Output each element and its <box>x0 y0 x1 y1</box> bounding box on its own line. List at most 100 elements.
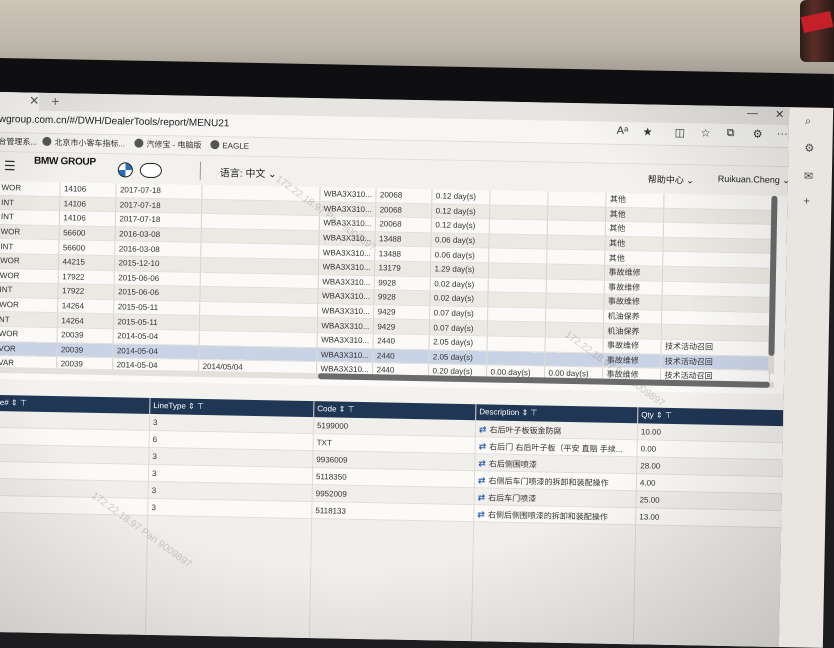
column-header-line-no[interactable]: ne# ⇕ ⊤ <box>0 398 27 408</box>
swap-icon[interactable]: ⇄ <box>478 492 486 502</box>
close-tab-icon[interactable]: ✕ <box>29 94 39 108</box>
table-cell: WBA3X310... <box>319 201 376 217</box>
table-cell <box>487 277 546 294</box>
table-cell <box>545 278 604 295</box>
table-cell: WBA3X310... <box>317 259 375 276</box>
add-icon[interactable]: + <box>803 195 810 207</box>
table-cell: WBA3X310... <box>318 245 375 261</box>
table-cell: WBA3X310... <box>316 332 373 349</box>
table-cell <box>544 351 603 368</box>
collections-icon[interactable]: ⧉ <box>727 127 735 140</box>
cell-line-type: 6 <box>152 435 158 445</box>
rolls-royce-logo-icon <box>166 163 192 176</box>
table-cell: 其他 <box>604 235 663 252</box>
table-cell <box>487 292 546 308</box>
table-cell: WBA3X310... <box>319 187 376 203</box>
split-screen-icon[interactable]: ◫ <box>675 126 686 139</box>
table-cell <box>487 306 546 323</box>
site-icon <box>134 138 144 148</box>
url-field[interactable]: wgroup.com.cn/#/DWH/DealerTools/report/M… <box>0 114 230 129</box>
table-cell: 20039 <box>56 327 113 344</box>
favorite-item[interactable]: 台管理系... <box>0 136 37 148</box>
job-lines-table: ne# ⇕ ⊤ LineType ⇕ ⊤ Code ⇕ ⊤ Descriptio… <box>0 394 784 648</box>
cell-line-type: 3 <box>151 485 157 496</box>
cell-desc: ⇄ 右侧后侧围喷漆的拆卸和装配操作 <box>477 509 608 522</box>
favorites-icon[interactable]: ☆ <box>701 126 711 139</box>
swap-icon[interactable]: ⇄ <box>477 509 485 519</box>
table-cell: 其他 <box>604 221 663 238</box>
table-cell: VOR <box>0 340 57 357</box>
swap-icon[interactable]: ⇄ <box>478 475 486 485</box>
table-cell <box>546 220 605 236</box>
menu-icon[interactable]: ☰ <box>4 158 16 174</box>
table-cell: 13488 <box>374 246 431 262</box>
favorite-star-icon[interactable]: ★ <box>643 125 653 138</box>
column-header-qty[interactable]: Qty ⇕ ⊤ <box>641 410 672 420</box>
more-icon[interactable]: ··· <box>777 128 788 140</box>
table-cell: WOR <box>0 297 58 313</box>
table-cell: 0.07 day(s) <box>428 320 488 336</box>
table-cell: 2016-03-08 <box>114 226 201 243</box>
table-cell: 20039 <box>56 342 113 358</box>
table-cell: 事故维修 <box>603 265 663 281</box>
table-cell: 13488 <box>374 231 431 248</box>
table-cell: 14106 <box>59 196 116 212</box>
table-cell <box>486 321 546 337</box>
browser-tab[interactable]: ✕ <box>0 91 39 111</box>
column-header-description[interactable]: Description ⇕ ⊤ <box>479 407 537 417</box>
table-cell: 1.29 day(s) <box>429 261 489 278</box>
edge-sidebar: ⌕ ⚙ ✉ + <box>778 107 834 648</box>
table-cell: 2015-06-06 <box>113 270 200 287</box>
table-cell: INT <box>0 238 59 255</box>
cell-code: 5118133 <box>315 506 347 516</box>
column-header-linetype[interactable]: LineType ⇕ ⊤ <box>153 401 204 411</box>
swap-icon[interactable]: ⇄ <box>479 441 487 451</box>
table-cell: WBA3X310... <box>316 317 374 334</box>
swap-icon[interactable]: ⇄ <box>479 424 487 434</box>
swap-icon[interactable]: ⇄ <box>478 458 486 468</box>
favorite-item[interactable]: 汽修宝 - 电脑版 <box>134 138 202 151</box>
table-cell: 9928 <box>373 275 430 291</box>
table-cell: 0.06 day(s) <box>430 232 489 249</box>
outlook-icon[interactable]: ✉ <box>804 169 813 182</box>
table-cell: 0.02 day(s) <box>429 290 488 307</box>
table-cell: 其他 <box>604 206 664 223</box>
favorite-item[interactable]: EAGLE <box>210 140 249 151</box>
mini-logo-icon <box>139 162 163 179</box>
table-cell: WBA3X310... <box>318 230 375 247</box>
settings-icon[interactable]: ⚙ <box>804 141 814 154</box>
table-cell: 事故维修 <box>603 279 662 296</box>
new-tab-icon[interactable]: + <box>51 93 59 109</box>
cell-code: 5199000 <box>316 421 349 431</box>
table-cell: WBA3X310... <box>316 347 373 363</box>
table-cell: 2014-05-04 <box>112 343 199 360</box>
minimize-icon[interactable]: — <box>747 107 758 119</box>
read-aloud-icon[interactable]: Aᵃ <box>617 125 629 137</box>
table-cell: 2015-12-10 <box>113 255 201 272</box>
table-cell: 2017-07-18 <box>115 197 202 214</box>
language-selector[interactable]: 语言: 中文 ⌄ <box>220 164 277 180</box>
search-icon[interactable]: ⌕ <box>805 115 811 128</box>
table-cell: 0.12 day(s) <box>430 217 489 234</box>
table-cell: 17922 <box>57 283 114 300</box>
table-cell: 0.12 day(s) <box>431 189 490 205</box>
table-cell: 机油保养 <box>603 308 662 325</box>
table-cell <box>546 205 606 222</box>
table-cell: 20068 <box>374 216 432 233</box>
table-cell <box>547 191 606 207</box>
table-cell <box>546 234 605 251</box>
table-cell: 2.05 day(s) <box>428 349 487 366</box>
column-header-code[interactable]: Code ⇕ ⊤ <box>317 404 354 414</box>
table-cell: 其他 <box>605 192 664 208</box>
table-cell: WOR <box>0 180 60 197</box>
table-cell <box>486 350 545 367</box>
cell-desc: ⇄ 右后叶子板钣金防腐 <box>478 424 562 436</box>
close-window-icon[interactable]: ✕ <box>775 108 784 121</box>
table-cell: 2440 <box>372 348 429 364</box>
favorite-item[interactable]: 北京市小客车指标... <box>42 136 125 150</box>
help-center-link[interactable]: 帮助中心 ⌄ <box>648 172 694 186</box>
extensions-icon[interactable]: ⚙ <box>753 127 763 140</box>
user-menu[interactable]: Ruikuan.Cheng ⌄ <box>718 174 789 186</box>
table-cell: WBA3X310... <box>317 274 374 290</box>
table-cell: 2015-06-06 <box>113 284 200 302</box>
